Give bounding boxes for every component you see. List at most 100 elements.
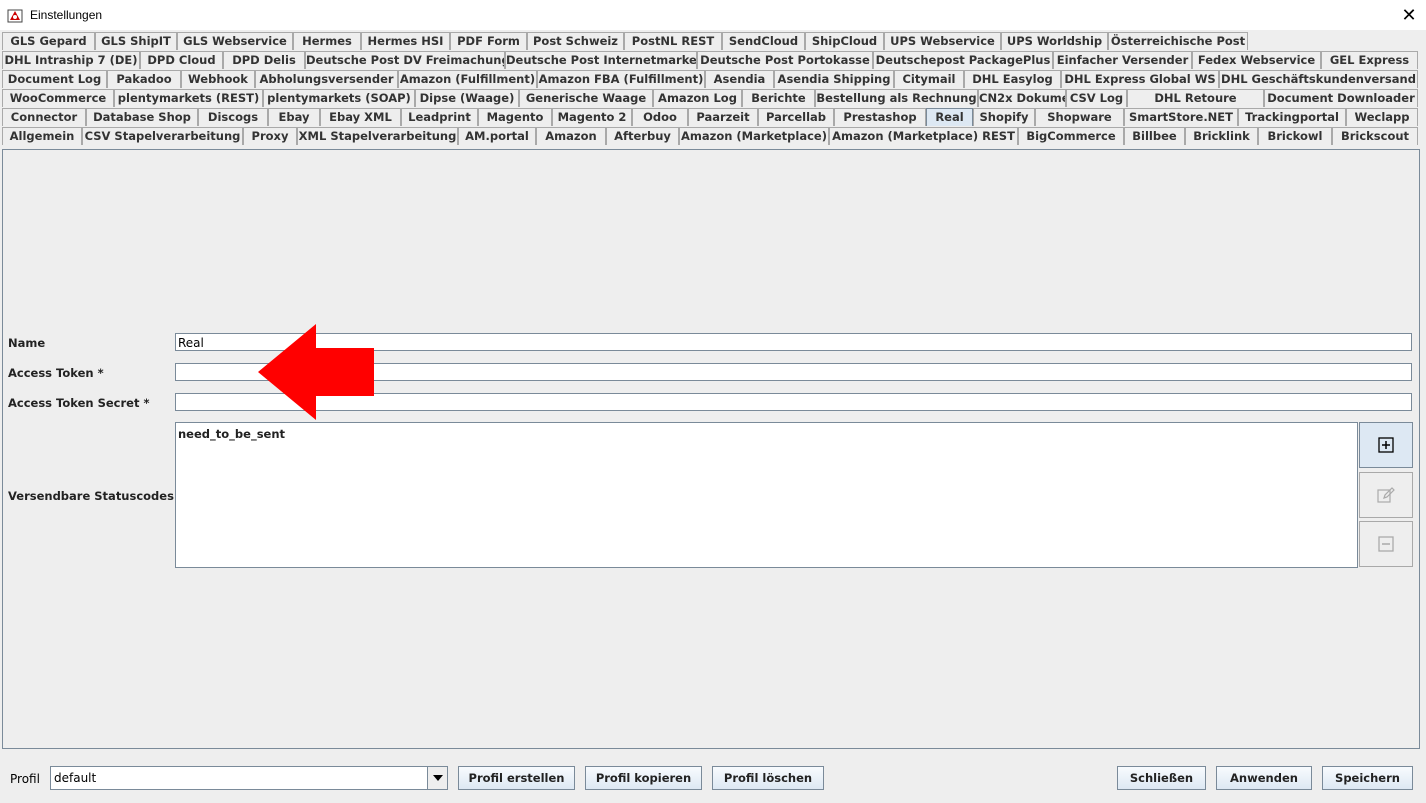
close-icon[interactable]: ✕: [1392, 1, 1426, 29]
tab-hermes-hsi[interactable]: Hermes HSI: [361, 32, 450, 50]
tab-database-shop[interactable]: Database Shop: [86, 108, 198, 126]
status-codes-list[interactable]: need_to_be_sent: [175, 422, 1358, 568]
tab-dhl-retoure[interactable]: DHL Retoure: [1127, 89, 1264, 107]
red-arrow-left-icon: [258, 324, 374, 420]
profile-value: default: [54, 771, 97, 785]
tab-afterbuy[interactable]: Afterbuy: [606, 127, 679, 145]
tab-leadprint[interactable]: Leadprint: [401, 108, 478, 126]
tab-asendia-shipping[interactable]: Asendia Shipping: [774, 70, 894, 88]
tab-ups-webservice[interactable]: UPS Webservice: [884, 32, 1001, 50]
apply-button[interactable]: Anwenden: [1216, 766, 1312, 790]
tab-allgemein[interactable]: Allgemein: [2, 127, 82, 145]
tab-parcellab[interactable]: Parcellab: [758, 108, 834, 126]
tab-cn2x-dokument[interactable]: CN2x Dokument: [978, 89, 1066, 107]
remove-button[interactable]: [1359, 521, 1413, 567]
tab-gel-express[interactable]: GEL Express: [1321, 51, 1418, 69]
copy-profile-button[interactable]: Profil kopieren: [585, 766, 702, 790]
tab-dhl-easylog[interactable]: DHL Easylog: [964, 70, 1061, 88]
tab-magento-2[interactable]: Magento 2: [552, 108, 632, 126]
tab-paarzeit[interactable]: Paarzeit: [688, 108, 758, 126]
tab-odoo[interactable]: Odoo: [632, 108, 688, 126]
tab-ups-worldship[interactable]: UPS Worldship: [1001, 32, 1108, 50]
tab-brickowl[interactable]: Brickowl: [1258, 127, 1332, 145]
tab-deutsche-post-internetmarke[interactable]: Deutsche Post Internetmarke: [505, 51, 697, 69]
tab-webhook[interactable]: Webhook: [181, 70, 255, 88]
tab-fedex-webservice[interactable]: Fedex Webservice: [1192, 51, 1321, 69]
tab-xml-stapelverarbeitung[interactable]: XML Stapelverarbeitung: [297, 127, 458, 145]
tab-plentymarkets-soap[interactable]: plentymarkets (SOAP): [263, 89, 415, 107]
tab-amazon-marketplace[interactable]: Amazon (Marketplace): [679, 127, 829, 145]
save-button[interactable]: Speichern: [1322, 766, 1413, 790]
tab-gls-webservice[interactable]: GLS Webservice: [177, 32, 293, 50]
status-codes-label: Versendbare Statuscodes *: [8, 489, 184, 503]
tab-gls-gepard[interactable]: GLS Gepard: [2, 32, 95, 50]
tab-woocommerce[interactable]: WooCommerce: [2, 89, 114, 107]
tab-amazon-log[interactable]: Amazon Log: [653, 89, 742, 107]
tab-csv-stapelverarbeitung[interactable]: CSV Stapelverarbeitung: [82, 127, 243, 145]
delete-profile-button[interactable]: Profil löschen: [712, 766, 824, 790]
tab-deutschepost-packageplus[interactable]: Deutschepost PackagePlus: [873, 51, 1053, 69]
tab-postnl-rest[interactable]: PostNL REST: [624, 32, 722, 50]
create-profile-button[interactable]: Profil erstellen: [458, 766, 575, 790]
tab-trackingportal[interactable]: Trackingportal: [1238, 108, 1346, 126]
tab-pakadoo[interactable]: Pakadoo: [107, 70, 181, 88]
tab-gls-shipit[interactable]: GLS ShipIT: [95, 32, 177, 50]
add-button[interactable]: [1359, 422, 1413, 468]
profile-select[interactable]: default: [50, 766, 448, 790]
tab-csv-log[interactable]: CSV Log: [1066, 89, 1127, 107]
tab-bricklink[interactable]: Bricklink: [1185, 127, 1258, 145]
tab-hermes[interactable]: Hermes: [293, 32, 361, 50]
close-button[interactable]: Schließen: [1117, 766, 1206, 790]
tab-billbee[interactable]: Billbee: [1124, 127, 1185, 145]
tab-dhl-intraship-7-de[interactable]: DHL Intraship 7 (DE): [2, 51, 140, 69]
chevron-down-icon[interactable]: [427, 767, 447, 789]
tab-post-schweiz[interactable]: Post Schweiz: [527, 32, 624, 50]
tab-bestellung-als-rechnung[interactable]: Bestellung als Rechnung: [815, 89, 978, 107]
tab-discogs[interactable]: Discogs: [198, 108, 268, 126]
tab-dpd-delis[interactable]: DPD Delis: [223, 51, 305, 69]
tab-real[interactable]: Real: [926, 108, 973, 126]
tab-dhl-geschäftskundenversand[interactable]: DHL Geschäftskundenversand: [1219, 70, 1418, 88]
tab-plentymarkets-rest[interactable]: plentymarkets (REST): [114, 89, 263, 107]
tab-brickscout[interactable]: Brickscout: [1332, 127, 1418, 145]
tab-connector[interactable]: Connector: [2, 108, 86, 126]
tab-am-portal[interactable]: AM.portal: [458, 127, 536, 145]
tab-dipse-waage[interactable]: Dipse (Waage): [415, 89, 519, 107]
window-title: Einstellungen: [30, 8, 103, 22]
access-token-label: Access Token *: [8, 366, 104, 380]
tab-weclapp[interactable]: Weclapp: [1346, 108, 1418, 126]
tab-document-log[interactable]: Document Log: [2, 70, 107, 88]
tab-ebay[interactable]: Ebay: [268, 108, 320, 126]
tab-shipcloud[interactable]: ShipCloud: [805, 32, 884, 50]
tab-citymail[interactable]: Citymail: [894, 70, 964, 88]
tab-smartstore-net[interactable]: SmartStore.NET: [1124, 108, 1238, 126]
tab-deutsche-post-dv-freimachung[interactable]: Deutsche Post DV Freimachung: [305, 51, 505, 69]
tab-amazon-marketplace-rest[interactable]: Amazon (Marketplace) REST: [829, 127, 1018, 145]
tab-deutsche-post-portokasse[interactable]: Deutsche Post Portokasse: [697, 51, 873, 69]
edit-button[interactable]: [1359, 472, 1413, 518]
app-icon: [7, 9, 23, 23]
tab-dhl-express-global-ws[interactable]: DHL Express Global WS: [1061, 70, 1219, 88]
tab-ebay-xml[interactable]: Ebay XML: [320, 108, 401, 126]
tab-prestashop[interactable]: Prestashop: [834, 108, 926, 126]
access-token-secret-label: Access Token Secret *: [8, 396, 150, 410]
tab-pdf-form[interactable]: PDF Form: [450, 32, 527, 50]
tab-österreichische-post[interactable]: Österreichische Post: [1108, 32, 1248, 50]
tab-proxy[interactable]: Proxy: [243, 127, 297, 145]
tab-document-downloader[interactable]: Document Downloader: [1264, 89, 1418, 107]
tab-abholungsversender[interactable]: Abholungsversender: [255, 70, 398, 88]
tab-shopware[interactable]: Shopware: [1035, 108, 1124, 126]
tab-generische-waage[interactable]: Generische Waage: [519, 89, 653, 107]
tab-bigcommerce[interactable]: BigCommerce: [1018, 127, 1124, 145]
tab-asendia[interactable]: Asendia: [705, 70, 774, 88]
tab-amazon[interactable]: Amazon: [536, 127, 606, 145]
tab-amazon-fba-fulfillment[interactable]: Amazon FBA (Fulfillment): [537, 70, 705, 88]
tab-dpd-cloud[interactable]: DPD Cloud: [140, 51, 223, 69]
tab-shopify[interactable]: Shopify: [973, 108, 1035, 126]
tab-einfacher-versender[interactable]: Einfacher Versender: [1053, 51, 1192, 69]
tab-berichte[interactable]: Berichte: [742, 89, 815, 107]
tab-sendcloud[interactable]: SendCloud: [722, 32, 805, 50]
list-item[interactable]: need_to_be_sent: [178, 427, 285, 441]
tab-magento[interactable]: Magento: [478, 108, 552, 126]
tab-amazon-fulfillment[interactable]: Amazon (Fulfillment): [398, 70, 537, 88]
